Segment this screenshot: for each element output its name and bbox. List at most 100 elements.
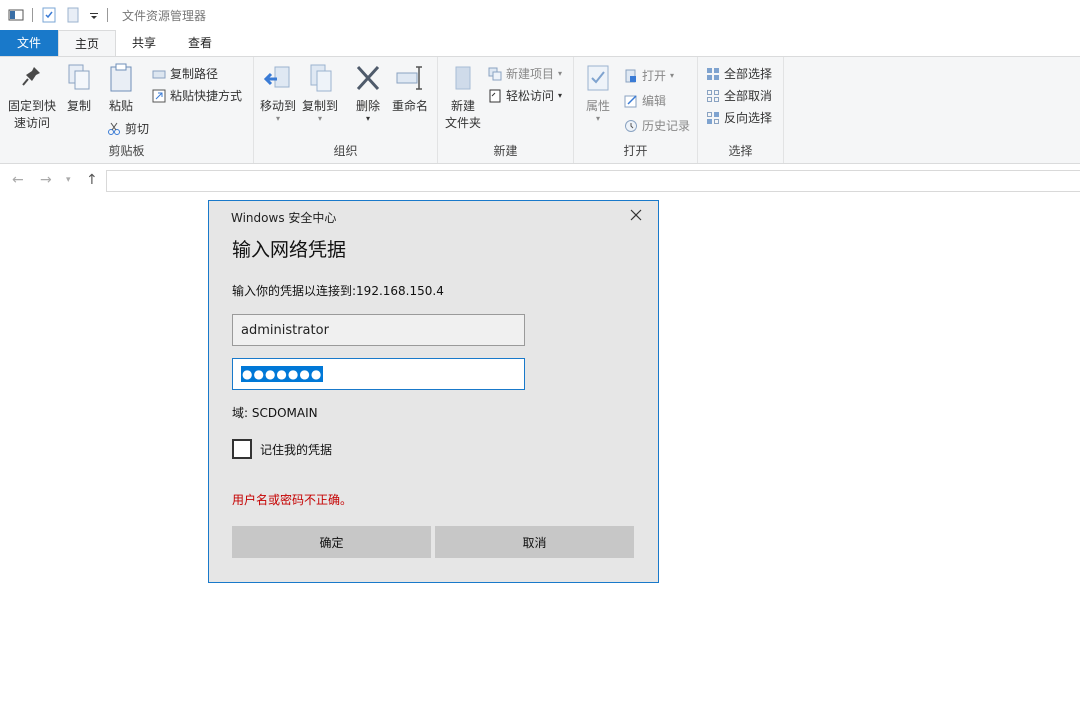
username-value: administrator <box>241 322 329 338</box>
cut-label: 剪切 <box>125 122 150 136</box>
copy-to-dropdown-icon: ▾ <box>317 114 322 123</box>
new-item-label: 新建项目 <box>506 67 555 81</box>
group-new: 新建 文件夹 新建项目 ▾ 轻松访问 ▾ 新建 <box>438 57 574 163</box>
edit-label: 编辑 <box>642 94 667 108</box>
delete-label: 删除 <box>355 99 380 113</box>
select-all-button[interactable]: 全部选择 <box>706 65 772 82</box>
properties-label: 属性 <box>585 99 610 113</box>
group-label-clipboard: 剪贴板 <box>108 144 145 158</box>
history-button[interactable]: 历史记录 <box>624 117 690 134</box>
copy-path-icon <box>152 67 166 81</box>
invert-selection-button[interactable]: 反向选择 <box>706 109 772 126</box>
paste-label: 粘贴 <box>108 99 133 113</box>
paste-shortcut-icon <box>152 89 166 103</box>
password-field[interactable]: ●●●●●●● <box>232 358 525 390</box>
select-none-button[interactable]: 全部取消 <box>706 87 772 104</box>
delete-dropdown-icon: ▾ <box>365 114 370 123</box>
close-icon[interactable] <box>628 207 644 223</box>
group-organize: 移动到 ▾ 复制到 ▾ 删除 ▾ 重命名 组织 <box>254 57 438 163</box>
paste-icon <box>108 63 134 93</box>
group-clipboard: 固定到快 速访问 复制 粘贴 复制路径 粘贴快捷方式 剪切 剪贴板 <box>0 57 254 163</box>
paste-button[interactable]: 粘贴 <box>104 63 138 114</box>
pin-label-1: 固定到快 <box>7 99 56 113</box>
ribbon: 固定到快 速访问 复制 粘贴 复制路径 粘贴快捷方式 剪切 剪贴板 移动到 ▾ … <box>0 56 1080 164</box>
tab-home[interactable]: 主页 <box>58 30 117 56</box>
up-arrow-icon[interactable]: ↑ <box>86 172 98 188</box>
remember-credentials-checkbox[interactable]: 记住我的凭据 <box>232 439 332 459</box>
copy-to-label: 复制到 <box>301 99 338 113</box>
move-to-icon <box>263 63 293 93</box>
separator <box>32 8 33 22</box>
edit-button[interactable]: 编辑 <box>624 92 666 109</box>
new-folder-quick-access-icon[interactable] <box>65 7 81 23</box>
password-value: ●●●●●●● <box>241 366 324 382</box>
delete-x-icon <box>354 63 382 93</box>
properties-button[interactable]: 属性 ▾ <box>582 63 614 123</box>
dialog-caption: Windows 安全中心 <box>231 211 337 225</box>
recent-locations-chevron-icon[interactable]: ▾ <box>66 175 71 185</box>
open-label: 打开 <box>642 69 667 83</box>
tab-view[interactable]: 查看 <box>172 30 228 56</box>
move-to-button[interactable]: 移动到 ▾ <box>258 63 298 123</box>
properties-quick-access-icon[interactable] <box>41 7 57 23</box>
new-folder-label-1: 新建 <box>450 99 475 113</box>
history-label: 历史记录 <box>642 119 691 133</box>
username-field[interactable]: administrator <box>232 314 525 346</box>
new-item-icon <box>488 67 502 81</box>
edit-pencil-icon <box>624 94 638 108</box>
group-label-organize: 组织 <box>333 144 358 158</box>
group-open: 属性 ▾ 打开 ▾ 编辑 历史记录 打开 <box>574 57 698 163</box>
window-title: 文件资源管理器 <box>122 8 207 23</box>
group-label-new: 新建 <box>493 144 518 158</box>
dialog-description: 输入你的凭据以连接到:192.168.150.4 <box>232 284 444 298</box>
rename-icon <box>395 63 425 93</box>
rename-button[interactable]: 重命名 <box>390 63 430 114</box>
cut-button[interactable]: 剪切 <box>107 120 149 137</box>
customize-dropdown-icon[interactable] <box>89 7 99 23</box>
copy-path-label: 复制路径 <box>170 67 219 81</box>
forward-arrow-icon[interactable]: → <box>40 172 52 188</box>
group-select: 全部选择 全部取消 反向选择 选择 <box>698 57 784 163</box>
select-none-icon <box>706 89 720 103</box>
scissors-icon <box>107 122 121 136</box>
new-folder-icon <box>450 63 476 93</box>
invert-selection-label: 反向选择 <box>724 111 773 125</box>
invert-selection-icon <box>706 111 720 125</box>
address-input[interactable] <box>106 170 1080 192</box>
properties-icon <box>585 63 611 93</box>
back-arrow-icon[interactable]: ← <box>12 172 24 188</box>
navigation-bar: ← → ▾ ↑ <box>0 166 1080 196</box>
tab-share[interactable]: 共享 <box>116 30 172 56</box>
pin-quick-access-button[interactable]: 固定到快 速访问 <box>6 63 58 131</box>
open-dropdown-icon: ▾ <box>670 71 675 80</box>
checkbox-box[interactable] <box>232 439 252 459</box>
easy-access-dropdown-icon: ▾ <box>558 91 563 100</box>
rename-label: 重命名 <box>391 99 428 113</box>
copy-button[interactable]: 复制 <box>62 63 96 114</box>
title-bar: 文件资源管理器 <box>0 0 1080 30</box>
credential-dialog: Windows 安全中心 输入网络凭据 输入你的凭据以连接到:192.168.1… <box>208 200 659 583</box>
open-button[interactable]: 打开 ▾ <box>624 67 674 84</box>
new-folder-button[interactable]: 新建 文件夹 <box>442 63 484 131</box>
pin-icon <box>20 63 44 93</box>
paste-shortcut-label: 粘贴快捷方式 <box>170 89 243 103</box>
ok-button[interactable]: 确定 <box>232 526 431 558</box>
cancel-button[interactable]: 取消 <box>435 526 634 558</box>
dialog-heading: 输入网络凭据 <box>232 239 347 261</box>
move-to-label: 移动到 <box>259 99 296 113</box>
tab-file[interactable]: 文件 <box>0 30 59 56</box>
copy-path-button[interactable]: 复制路径 <box>152 65 218 82</box>
paste-shortcut-button[interactable]: 粘贴快捷方式 <box>152 87 242 104</box>
open-icon <box>624 69 638 83</box>
easy-access-button[interactable]: 轻松访问 ▾ <box>488 87 562 104</box>
ribbon-tabs: 文件 主页 共享 查看 <box>0 30 1080 56</box>
select-all-label: 全部选择 <box>724 67 773 81</box>
pin-label-2: 速访问 <box>13 116 50 130</box>
delete-button[interactable]: 删除 ▾ <box>352 63 384 123</box>
new-item-button[interactable]: 新建项目 ▾ <box>488 65 562 82</box>
copy-to-button[interactable]: 复制到 ▾ <box>300 63 340 123</box>
select-none-label: 全部取消 <box>724 89 773 103</box>
app-window-icon[interactable] <box>8 7 24 23</box>
new-folder-label-2: 文件夹 <box>444 116 481 130</box>
error-message: 用户名或密码不正确。 <box>232 493 353 507</box>
